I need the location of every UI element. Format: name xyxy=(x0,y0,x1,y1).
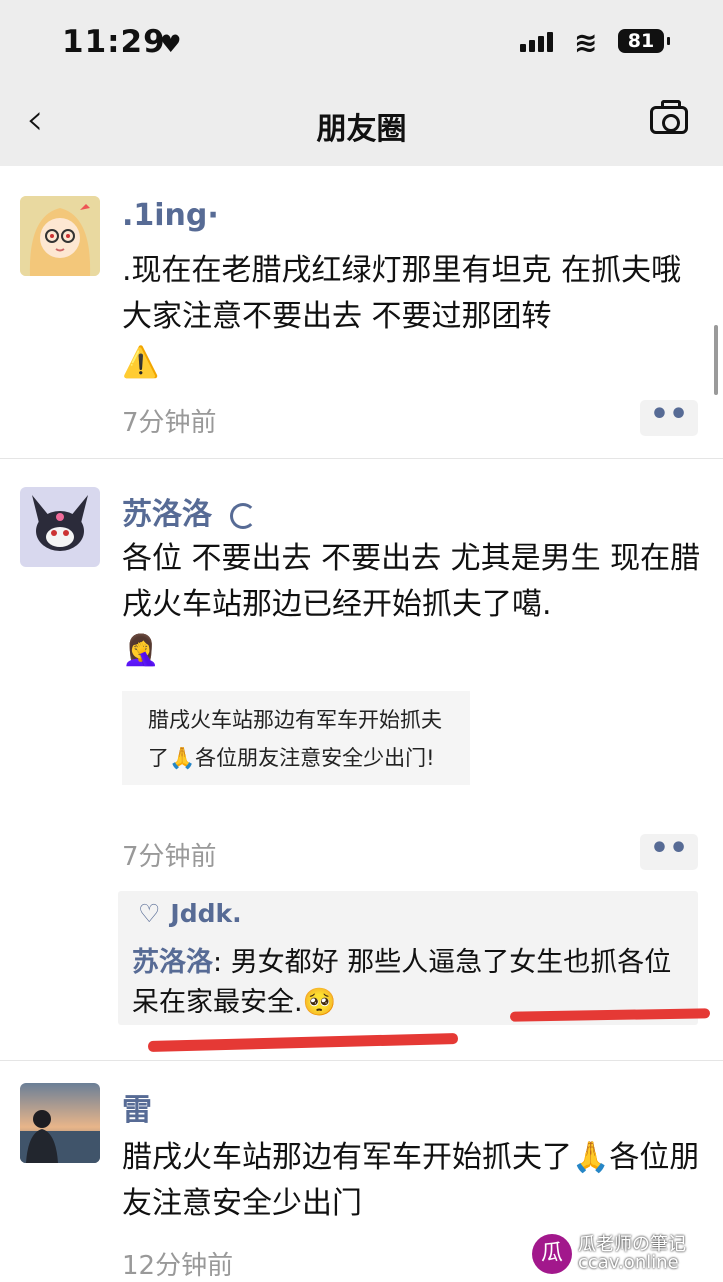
post-author-name: 苏洛洛 xyxy=(122,497,212,532)
post-content: 腊戌火车站那边有军车开始抓夫了🙏各位朋友注意安全少出门 xyxy=(122,1140,700,1221)
moment-post: .1ing· .现在在老腊戌红绿灯那里有坦克 在抓夫哦 大家注意不要出去 不要过… xyxy=(0,166,723,458)
post-author[interactable]: .1ing· xyxy=(122,198,219,233)
camera-icon[interactable] xyxy=(650,100,688,134)
avatar[interactable] xyxy=(20,1083,100,1163)
like-icon: ♡ xyxy=(138,899,161,928)
watermark-logo: 瓜 xyxy=(532,1234,572,1274)
watermark: 瓜老师の筆记 ccav.online xyxy=(578,1236,718,1272)
status-ring-icon xyxy=(230,502,257,529)
more-button[interactable]: •• xyxy=(640,834,698,870)
comments-box: ♡ Jddk. 苏洛洛: 男女都好 那些人逼急了女生也抓各位呆在家最安全.🥺 xyxy=(118,891,698,1025)
signal-icon xyxy=(520,32,553,52)
post-text: 各位 不要出去 不要出去 尤其是男生 现在腊戌火车站那边已经开始抓夫了噶. xyxy=(122,541,701,622)
status-time: 11:29 xyxy=(62,24,166,60)
comment-colon: : xyxy=(213,947,231,978)
post-content: .现在在老腊戌红绿灯那里有坦克 在抓夫哦 大家注意不要出去 不要过那团转 ⚠️ xyxy=(122,248,702,386)
status-bar: 11:29 ♥ ≋ 81 xyxy=(0,0,723,84)
moment-post: 苏洛洛 各位 不要出去 不要出去 尤其是男生 现在腊戌火车站那边已经开始抓夫了噶… xyxy=(0,459,723,1059)
liker-name[interactable]: Jddk. xyxy=(170,899,241,928)
page-title: 朋友圈 xyxy=(316,112,407,147)
post-author[interactable]: 苏洛洛 xyxy=(122,489,257,533)
battery-icon: 81 xyxy=(618,29,670,53)
post-time: 7分钟前 xyxy=(122,408,217,438)
post-text: .现在在老腊戌红绿灯那里有坦克 在抓夫哦 大家注意不要出去 不要过那团转 xyxy=(122,253,682,334)
warning-emoji: ⚠️ xyxy=(122,345,160,380)
post-time: 7分钟前 xyxy=(122,842,217,872)
facepalm-emoji: 🤦‍♀️ xyxy=(122,633,160,668)
post-time: 12分钟前 xyxy=(122,1251,234,1281)
wifi-icon: ≋ xyxy=(574,26,598,59)
avatar[interactable] xyxy=(20,196,100,276)
post-author[interactable]: 雷 xyxy=(122,1085,152,1129)
post-content: 各位 不要出去 不要出去 尤其是男生 现在腊戌火车站那边已经开始抓夫了噶. 🤦‍… xyxy=(122,536,702,674)
watermark-line2: ccav.online xyxy=(578,1252,679,1273)
avatar[interactable] xyxy=(20,487,100,567)
more-button[interactable]: •• xyxy=(640,400,698,436)
scrollbar[interactable] xyxy=(714,325,718,395)
likes-row: ♡ Jddk. xyxy=(138,899,242,928)
heart-icon: ♥ xyxy=(160,30,182,58)
shared-link-card[interactable]: 腊戌火车站那边有军车开始抓夫了🙏各位朋友注意安全少出门! xyxy=(122,691,470,785)
nav-bar: ‹ 朋友圈 xyxy=(0,84,723,166)
comment-author[interactable]: 苏洛洛 xyxy=(132,947,213,978)
